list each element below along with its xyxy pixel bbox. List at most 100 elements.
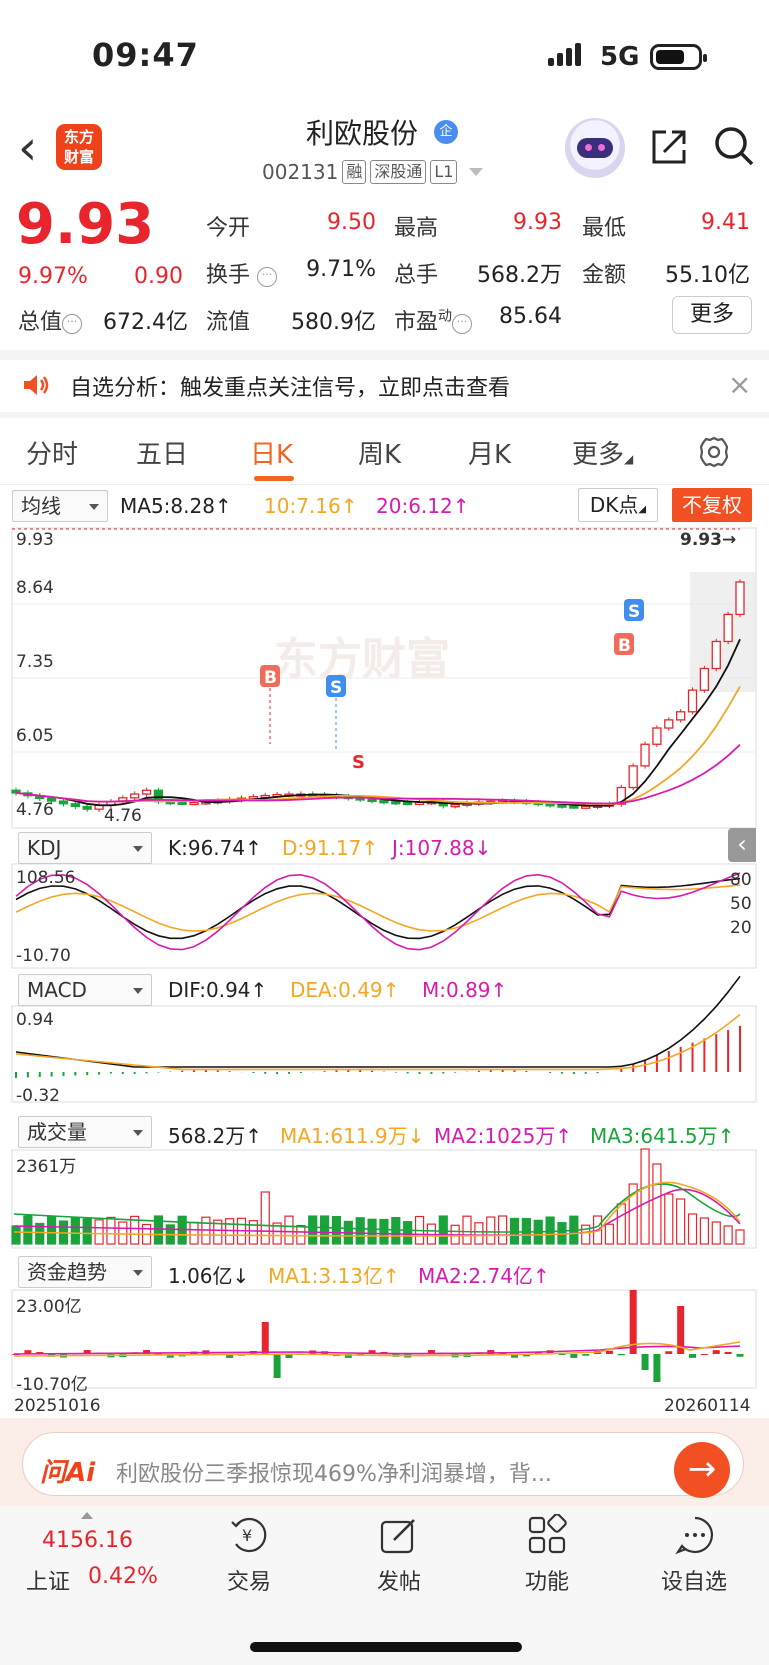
fund-bar xyxy=(736,1354,744,1357)
kdj-level: 50 xyxy=(730,894,752,914)
ai-prompt-text[interactable]: 利欧股份三季报惊现469%净利润暴增，背... xyxy=(116,1456,552,1488)
back-icon[interactable]: ‹ xyxy=(18,124,37,172)
fund-ma2: MA2:2.74亿↑ xyxy=(418,1264,550,1288)
arrow-right-icon[interactable]: → xyxy=(674,1442,730,1498)
search-icon[interactable] xyxy=(712,124,756,168)
post-icon[interactable] xyxy=(378,1514,420,1556)
change-amount: 0.90 xyxy=(134,264,183,289)
candle-body xyxy=(735,581,745,616)
nav-post[interactable]: 发帖 xyxy=(359,1564,439,1596)
kdj-indicator-select[interactable]: KDJ xyxy=(18,832,152,864)
share-icon[interactable] xyxy=(648,126,690,168)
date-end: 20260114 xyxy=(664,1396,751,1416)
volume-bar xyxy=(438,1215,448,1245)
volume-bar xyxy=(367,1218,377,1245)
candle-body xyxy=(628,765,638,789)
notice-text[interactable]: 自选分析：触发重点关注信号，立即点击查看 xyxy=(70,370,510,402)
volume-bar xyxy=(581,1224,591,1245)
volume-bar xyxy=(331,1215,342,1245)
trade-icon[interactable]: ¥ xyxy=(228,1514,270,1556)
ma20-value: 20:6.12↑ xyxy=(376,494,470,518)
apps-icon[interactable] xyxy=(526,1514,568,1556)
volume-indicator-select[interactable]: 成交量 xyxy=(18,1116,152,1148)
nav-add-watchlist[interactable]: 设自选 xyxy=(654,1564,734,1596)
candle-body xyxy=(545,803,555,807)
tab-five-day[interactable]: 五日 xyxy=(136,434,188,471)
volume-bar xyxy=(308,1215,318,1245)
tag-margin: 融 xyxy=(342,160,367,184)
kdj-level: 80 xyxy=(730,870,752,890)
home-indicator xyxy=(250,1642,522,1652)
date-start: 20251016 xyxy=(14,1396,101,1416)
macd-m-value: M:0.89↑ xyxy=(422,978,508,1002)
nav-functions[interactable]: 功能 xyxy=(507,1564,587,1596)
gear-icon[interactable] xyxy=(698,436,730,468)
volume-bar xyxy=(604,1223,615,1245)
turnover-label: 换手 ··· xyxy=(206,257,278,289)
close-icon[interactable]: × xyxy=(728,368,751,401)
index-name[interactable]: 上证 xyxy=(26,1564,70,1596)
macd-y-bottom: -0.32 xyxy=(16,1086,60,1106)
fund-bar xyxy=(689,1354,697,1358)
fund-bar xyxy=(641,1354,649,1370)
add-watch-icon[interactable] xyxy=(674,1514,716,1556)
high-value: 9.93 xyxy=(513,210,562,235)
tab-daily-k[interactable]: 日K xyxy=(250,434,293,471)
open-label: 今开 xyxy=(206,216,251,241)
candle-body xyxy=(367,798,377,803)
open-value: 9.50 xyxy=(327,210,376,235)
index-value[interactable]: 4156.16 xyxy=(42,1528,133,1553)
candle-body xyxy=(141,789,152,795)
volume-bar xyxy=(284,1215,294,1245)
kdj-level: 20 xyxy=(730,918,752,938)
candle-body xyxy=(379,800,389,804)
tab-monthly-k[interactable]: 月K xyxy=(468,434,511,471)
info-icon[interactable]: ··· xyxy=(257,267,278,287)
volume-bar xyxy=(498,1215,508,1245)
tab-weekly-k[interactable]: 周K xyxy=(358,434,401,471)
macd-frame xyxy=(11,1005,757,1103)
volume-bar xyxy=(11,1225,21,1245)
watermark: 东方财富 xyxy=(274,634,450,685)
app-logo: 东方 财富 xyxy=(56,124,102,170)
sell-signal-label: S xyxy=(628,602,640,622)
kline-indicator-select[interactable]: 均线 xyxy=(12,490,108,522)
more-button[interactable]: 更多 xyxy=(672,296,752,334)
expand-up-icon[interactable] xyxy=(81,1512,93,1519)
candle-body xyxy=(177,801,187,806)
max-price-marker: 9.93→ xyxy=(680,530,737,550)
tab-more[interactable]: 更多◢ xyxy=(572,434,633,471)
info-icon[interactable]: ··· xyxy=(62,314,83,334)
dk-point-button[interactable]: DK点◢ xyxy=(578,488,658,522)
stock-code-row[interactable]: 002131 融 深股通 L1 xyxy=(262,157,484,187)
volume-ma2: MA2:1025万↑ xyxy=(434,1124,573,1148)
info-icon[interactable]: ··· xyxy=(452,314,473,334)
no-adjust-button[interactable]: 不复权 xyxy=(672,488,752,522)
kline-y-label: 9.93 xyxy=(16,530,54,550)
volume-bar xyxy=(379,1218,389,1245)
fund-bars xyxy=(12,1290,744,1382)
candle-body xyxy=(687,689,698,713)
volume-bar xyxy=(664,1193,674,1245)
fund-bar xyxy=(724,1351,732,1354)
mktcap-label: 总值 ··· xyxy=(18,304,83,336)
index-change[interactable]: 0.42% xyxy=(88,1564,158,1589)
volume-bar xyxy=(711,1221,721,1245)
volume-bar xyxy=(296,1224,306,1245)
tab-intraday[interactable]: 分时 xyxy=(26,434,78,471)
collapse-panel-button[interactable]: ‹ xyxy=(728,828,756,862)
fund-bar xyxy=(273,1354,281,1378)
macd-indicator-select[interactable]: MACD xyxy=(18,974,152,1006)
assistant-avatar[interactable] xyxy=(565,118,625,178)
turnover-value: 9.71% xyxy=(306,257,376,282)
divider xyxy=(0,484,769,485)
volume-bar xyxy=(225,1218,235,1245)
candle-body xyxy=(130,793,140,799)
fund-indicator-select[interactable]: 资金趋势 xyxy=(18,1256,152,1288)
volume-ma3: MA3:641.5万↑ xyxy=(590,1124,735,1148)
volume-bar xyxy=(82,1218,92,1245)
fund-bar xyxy=(700,1353,708,1355)
kline-y-label: 8.64 xyxy=(16,578,54,598)
nav-trade[interactable]: 交易 xyxy=(209,1564,289,1596)
candle-body xyxy=(652,727,662,745)
